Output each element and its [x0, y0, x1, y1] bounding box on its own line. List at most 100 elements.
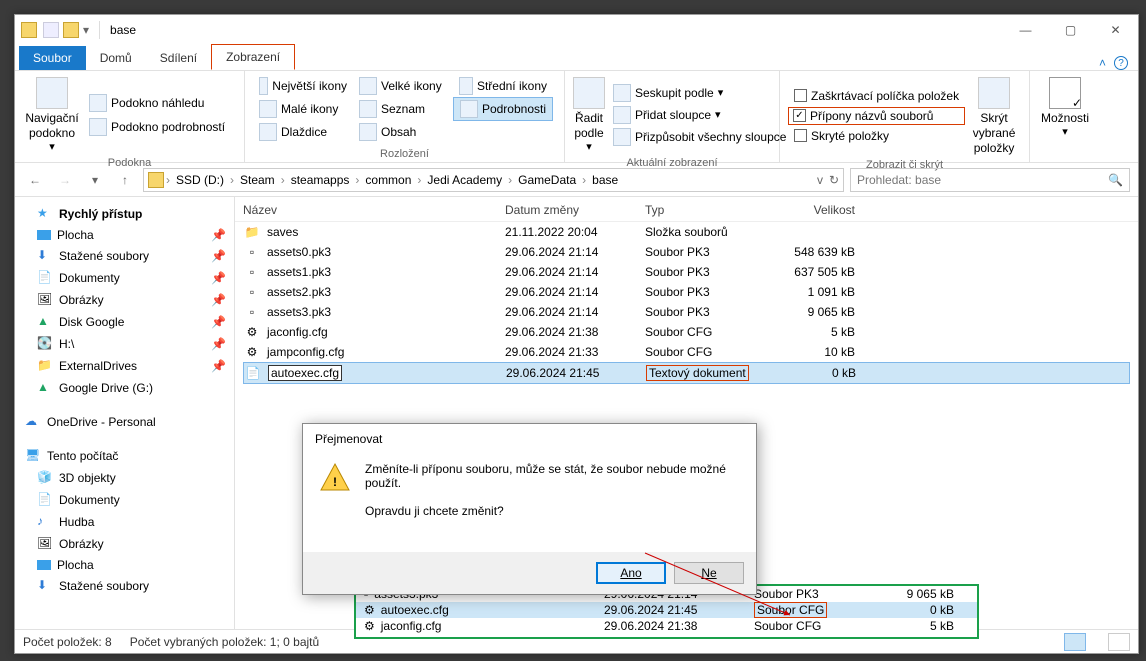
inset-row: ⚙autoexec.cfg29.06.2024 21:45Soubor CFG0… [356, 602, 977, 618]
folder-icon: 📁 [243, 224, 261, 240]
hidden-items-toggle[interactable]: Skryté položky [788, 127, 965, 145]
dialog-no-button[interactable]: Ne [674, 562, 744, 584]
nav-ext[interactable]: 📁ExternalDrives📌 [19, 355, 230, 377]
inset-row: ⚙jaconfig.cfg29.06.2024 21:38Soubor CFG5… [356, 618, 977, 634]
file-icon: ▫ [243, 304, 261, 320]
nav-desktop[interactable]: Plocha📌 [19, 225, 230, 245]
nav-quick-access[interactable]: ★Rychlý přístup [19, 203, 230, 225]
file-icon: ⚙ [243, 344, 261, 360]
details-pane-button[interactable]: Podokno podrobností [83, 116, 231, 138]
nav-gdrive[interactable]: ▲Google Drive (G:) [19, 377, 230, 399]
recent-locations-button[interactable]: ▾ [83, 168, 107, 192]
file-row[interactable]: ▫assets1.pk329.06.2024 21:14Soubor PK363… [243, 262, 1130, 282]
file-icon: ▫ [243, 284, 261, 300]
file-row[interactable]: 📄autoexec.cfg29.06.2024 21:45Textový dok… [243, 362, 1130, 384]
help-icon[interactable]: ? [1114, 56, 1128, 70]
forward-button[interactable]: → [53, 168, 77, 192]
titlebar: ▾ base — ▢ ✕ [15, 15, 1138, 45]
status-count: Počet položek: 8 [23, 635, 112, 649]
nav-documents2[interactable]: 📄Dokumenty [19, 489, 230, 511]
status-selection: Počet vybraných položek: 1; 0 bajtů [130, 635, 319, 649]
file-row[interactable]: ▫assets0.pk329.06.2024 21:14Soubor PK354… [243, 242, 1130, 262]
size-columns-button[interactable]: Přizpůsobit všechny sloupce [607, 126, 792, 148]
rename-dialog: Přejmenovat ! Změníte-li příponu souboru… [302, 423, 757, 595]
options-button[interactable]: ✓Možnosti▾ [1038, 75, 1092, 146]
nav-documents[interactable]: 📄Dokumenty📌 [19, 267, 230, 289]
nav-desktop2[interactable]: Plocha [19, 555, 230, 575]
item-checkboxes-toggle[interactable]: Zaškrtávací políčka položek [788, 87, 965, 105]
view-details-button[interactable] [1064, 633, 1086, 651]
nav-thispc[interactable]: 🖥Tento počítač [19, 445, 230, 467]
qat-newfolder-icon[interactable] [63, 22, 79, 38]
tab-view[interactable]: Zobrazení [211, 44, 295, 70]
sort-by-button[interactable]: Řadit podle ▾ [573, 75, 605, 155]
tab-file[interactable]: Soubor [19, 46, 86, 70]
nav-h[interactable]: 💽H:\📌 [19, 333, 230, 355]
file-icon: ⚙ [364, 603, 375, 617]
file-row[interactable]: ▫assets3.pk329.06.2024 21:14Soubor PK39 … [243, 302, 1130, 322]
nav-pictures[interactable]: 🖼Obrázky📌 [19, 289, 230, 311]
group-layout-label: Rozložení [253, 146, 556, 160]
view-small-icons[interactable]: Malé ikony [253, 97, 353, 121]
qat-properties-icon[interactable] [43, 22, 59, 38]
navigation-pane-button[interactable]: Navigační podokno▾ [23, 75, 81, 155]
view-content[interactable]: Obsah [353, 121, 453, 143]
file-row[interactable]: ⚙jampconfig.cfg29.06.2024 21:33Soubor CF… [243, 342, 1130, 362]
search-input[interactable]: Prohledat: base 🔍 [850, 168, 1130, 192]
file-row[interactable]: ▫assets2.pk329.06.2024 21:14Soubor PK31 … [243, 282, 1130, 302]
address-dropdown-icon[interactable]: v [817, 173, 823, 187]
dialog-yes-button[interactable]: Ano [596, 562, 666, 584]
add-columns-button[interactable]: Přidat sloupce ▾ [607, 104, 792, 126]
navigation-pane[interactable]: ★Rychlý přístup Plocha📌 ⬇Stažené soubory… [15, 197, 235, 629]
dialog-line1: Změníte-li příponu souboru, může se stát… [365, 462, 740, 490]
hide-selected-button[interactable]: Skrýt vybrané položky [967, 75, 1021, 157]
file-extensions-toggle[interactable]: Přípony názvů souborů [788, 107, 965, 125]
file-icon: ▫ [243, 244, 261, 260]
close-button[interactable]: ✕ [1093, 15, 1138, 45]
file-icon: ⚙ [243, 324, 261, 340]
column-headers[interactable]: Název Datum změny Typ Velikost [235, 197, 1138, 222]
view-large-icons[interactable]: Velké ikony [353, 75, 453, 97]
view-medium-icons[interactable]: Střední ikony [453, 75, 553, 97]
nav-gdisk[interactable]: ▲Disk Google📌 [19, 311, 230, 333]
view-list[interactable]: Seznam [353, 97, 453, 121]
ribbon-collapse-icon[interactable]: ˄ [1099, 56, 1106, 70]
nav-pictures2[interactable]: 🖼Obrázky [19, 533, 230, 555]
back-button[interactable]: ← [23, 168, 47, 192]
nav-downloads[interactable]: ⬇Stažené soubory📌 [19, 245, 230, 267]
preview-pane-button[interactable]: Podokno náhledu [83, 92, 231, 114]
folder-icon [21, 22, 37, 38]
view-xl-icons[interactable]: Největší ikony [253, 75, 353, 97]
nav-downloads2[interactable]: ⬇Stažené soubory [19, 575, 230, 597]
minimize-button[interactable]: — [1003, 15, 1048, 45]
view-details[interactable]: Podrobnosti [453, 97, 553, 121]
view-thumbs-button[interactable] [1108, 633, 1130, 651]
file-icon: 📄 [244, 365, 262, 381]
svg-text:!: ! [333, 475, 337, 489]
up-button[interactable]: ↑ [113, 168, 137, 192]
nav-3dobjects[interactable]: 🧊3D objekty [19, 467, 230, 489]
file-row[interactable]: ⚙jaconfig.cfg29.06.2024 21:38Soubor CFG5… [243, 322, 1130, 342]
ribbon-tabs: Soubor Domů Sdílení Zobrazení ˄ ? [15, 45, 1138, 71]
tab-home[interactable]: Domů [86, 46, 146, 70]
nav-music[interactable]: ♪Hudba [19, 511, 230, 533]
breadcrumb[interactable]: › SSD (D:)› Steam› steamapps› common› Je… [143, 168, 844, 192]
group-by-button[interactable]: Seskupit podle ▾ [607, 82, 792, 104]
file-icon: ▫ [243, 264, 261, 280]
refresh-icon[interactable]: ↻ [829, 173, 839, 187]
dialog-title: Přejmenovat [303, 424, 756, 454]
rename-input[interactable]: autoexec.cfg [268, 365, 342, 381]
ribbon: Navigační podokno▾ Podokno náhledu Podok… [15, 71, 1138, 163]
warning-icon: ! [319, 462, 351, 494]
file-icon: ⚙ [364, 619, 375, 633]
maximize-button[interactable]: ▢ [1048, 15, 1093, 45]
dialog-line2: Opravdu ji chcete změnit? [365, 504, 740, 518]
file-row[interactable]: 📁saves21.11.2022 20:04Složka souborů [243, 222, 1130, 242]
address-bar: ← → ▾ ↑ › SSD (D:)› Steam› steamapps› co… [15, 163, 1138, 197]
qat-dropdown-icon[interactable]: ▾ [79, 23, 93, 37]
search-icon: 🔍 [1108, 173, 1123, 187]
view-tiles[interactable]: Dlaždice [253, 121, 353, 143]
nav-onedrive[interactable]: ☁OneDrive - Personal [19, 411, 230, 433]
tab-share[interactable]: Sdílení [146, 46, 211, 70]
window-title: base [106, 23, 136, 37]
